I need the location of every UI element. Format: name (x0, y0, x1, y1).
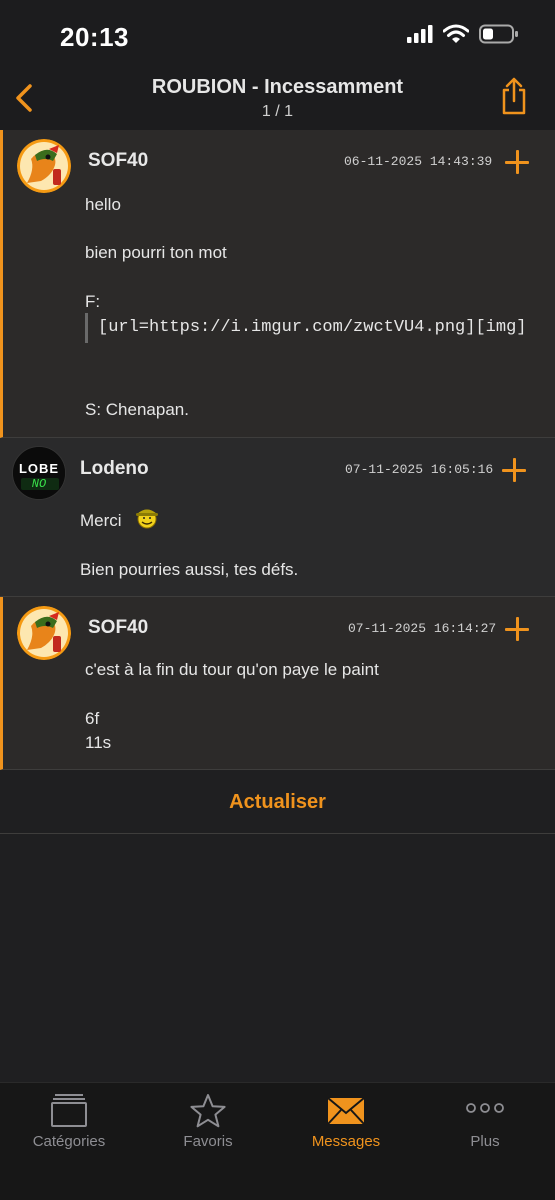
post-actions-button[interactable] (502, 458, 528, 484)
tab-categories[interactable]: Catégories (0, 1083, 138, 1163)
signal-icon (407, 25, 433, 43)
tab-plus[interactable]: Plus (416, 1083, 554, 1163)
avatar[interactable]: LOBE NO (12, 446, 66, 500)
refresh-button[interactable]: Actualiser (0, 770, 555, 834)
home-indicator-area (0, 1164, 555, 1200)
tab-messages[interactable]: Messages (277, 1083, 415, 1163)
status-time: 20:13 (60, 22, 129, 52)
snake-avatar-image (17, 139, 71, 193)
status-bar: 20:13 (0, 0, 555, 70)
tab-label: Catégories (32, 1133, 106, 1150)
tab-bar: Catégories Favoris Messages Plus (0, 1082, 555, 1200)
post-text-line: Bien pourries aussi, tes défs. (80, 560, 299, 579)
share-button[interactable] (499, 76, 529, 116)
snake-avatar-image (17, 606, 71, 660)
post-date: 07-11-2025 16:05:16 (345, 462, 494, 477)
post-date: 06-11-2025 14:43:39 (344, 154, 493, 169)
post-text-line: 11s (85, 733, 112, 752)
status-icons (407, 24, 519, 44)
battery-icon (479, 24, 518, 44)
post-author[interactable]: SOF40 (88, 150, 148, 172)
navigation-bar: ROUBION - Incessamment 1 / 1 (0, 70, 555, 130)
post-text-line: Merci (80, 511, 122, 530)
categories-icon (51, 1094, 87, 1127)
wifi-icon (443, 24, 469, 43)
post-text-line: bien pourri ton mot (85, 243, 227, 262)
post-actions-button[interactable] (505, 617, 531, 643)
smiley-emoji-icon (136, 509, 158, 529)
post-actions-button[interactable] (505, 150, 531, 176)
post-quote-block: [url=https://i.imgur.com/zwctVU4.png][im… (85, 313, 540, 343)
post-author[interactable]: Lodeno (80, 458, 149, 480)
avatar-text-bottom: NO (31, 477, 47, 491)
post-text-line: hello (85, 195, 121, 214)
post-date: 07-11-2025 16:14:27 (348, 621, 497, 636)
post-text-line: c'est à la fin du tour qu'on paye le pai… (85, 660, 379, 679)
post-signature: S: Chenapan. (85, 400, 189, 419)
avatar[interactable] (17, 139, 71, 193)
tab-label: Favoris (183, 1133, 233, 1150)
envelope-icon (327, 1097, 365, 1125)
avatar-text-top: LOBE (18, 461, 60, 476)
post-item: SOF40 07-11-2025 16:14:27 c'est à la fin… (0, 597, 555, 770)
tab-label: Messages (311, 1133, 381, 1150)
page-indicator: 1 / 1 (261, 103, 294, 120)
tab-label: Plus (470, 1133, 500, 1150)
post-author[interactable]: SOF40 (88, 617, 148, 639)
back-button[interactable] (10, 80, 40, 116)
post-text-line: 6f (85, 709, 100, 728)
tab-favoris[interactable]: Favoris (139, 1083, 277, 1163)
post-text-line: F: (85, 292, 101, 311)
topic-title: ROUBION - Incessamment (151, 76, 404, 98)
post-item: SOF40 06-11-2025 14:43:39 hello bien pou… (0, 130, 555, 438)
star-icon (190, 1094, 226, 1128)
post-item: LOBE NO Lodeno 07-11-2025 16:05:16 Merci… (0, 438, 555, 597)
quote-text: [url=https://i.imgur.com/zwctVU4.png][im… (98, 318, 527, 337)
more-icon (466, 1103, 504, 1113)
avatar[interactable] (17, 606, 71, 660)
